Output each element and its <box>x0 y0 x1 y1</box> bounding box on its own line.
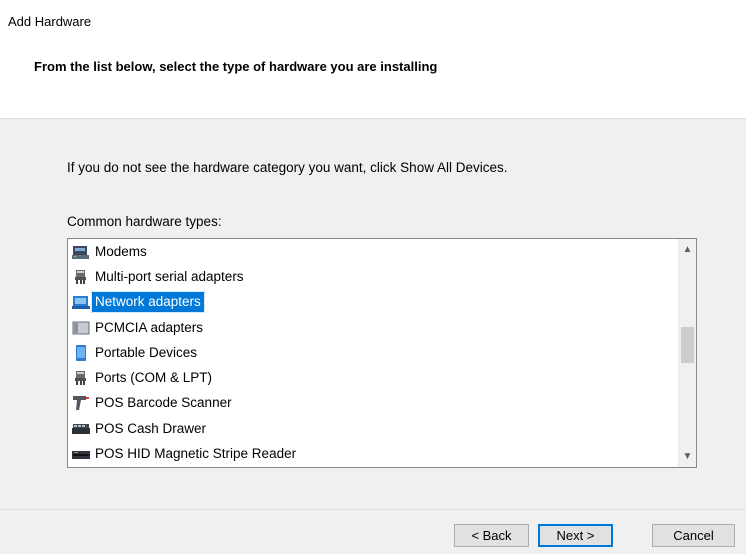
list-item-label: POS HID Magnetic Stripe Reader <box>95 446 297 462</box>
list-item-label: POS Cash Drawer <box>95 420 207 436</box>
list-item-multi-port-serial-adapters[interactable]: Multi-port serial adapters <box>72 264 299 289</box>
list-item-label: Network adapters <box>91 291 205 314</box>
portable-device-icon <box>72 344 90 361</box>
cancel-button[interactable]: Cancel <box>652 524 735 547</box>
list-item-pos-barcode-scanner[interactable]: POS Barcode Scanner <box>72 391 299 416</box>
list-item-ports-com-lpt[interactable]: Ports (COM & LPT) <box>72 365 299 390</box>
add-hardware-dialog: Add Hardware From the list below, select… <box>0 0 746 554</box>
scroll-thumb[interactable] <box>681 327 694 363</box>
window-title: Add Hardware <box>8 14 92 29</box>
back-button[interactable]: < Back <box>454 524 529 547</box>
modem-icon <box>72 244 90 260</box>
hardware-types-label: Common hardware types: <box>67 214 222 229</box>
page-heading: From the list below, select the type of … <box>34 59 438 74</box>
list-item-network-adapters[interactable]: Network adapters <box>72 290 299 315</box>
list-item-label: Modems <box>95 243 147 259</box>
list-item-label: Portable Devices <box>95 344 198 360</box>
magnetic-stripe-reader-icon <box>72 446 90 462</box>
dialog-header: Add Hardware From the list below, select… <box>0 0 746 119</box>
footer-divider <box>0 509 746 510</box>
scroll-up-arrow-icon[interactable]: ▲ <box>679 241 696 258</box>
instruction-text: If you do not see the hardware category … <box>67 160 508 175</box>
list-item-pos-hid-magnetic-stripe-reader[interactable]: POS HID Magnetic Stripe Reader <box>72 441 299 466</box>
port-connector-icon <box>72 370 90 386</box>
list-item-modems[interactable]: Modems <box>72 239 299 264</box>
list-item-pos-cash-drawer[interactable]: POS Cash Drawer <box>72 416 299 441</box>
vertical-scrollbar[interactable]: ▲ ▼ <box>678 239 696 467</box>
list-item-label: Ports (COM & LPT) <box>95 370 213 386</box>
list-item-label: Multi-port serial adapters <box>95 268 244 284</box>
hardware-types-list: Modems Multi-port serial adapters Networ… <box>72 239 299 467</box>
network-adapter-icon <box>72 294 90 310</box>
list-item-label: PCMCIA adapters <box>95 319 204 335</box>
list-item-label: POS Barcode Scanner <box>95 395 232 411</box>
serial-port-icon <box>72 269 90 285</box>
barcode-scanner-icon <box>72 395 90 411</box>
pcmcia-card-icon <box>72 320 90 336</box>
cash-drawer-icon <box>72 421 90 437</box>
next-button[interactable]: Next > <box>538 524 613 547</box>
list-item-portable-devices[interactable]: Portable Devices <box>72 340 299 365</box>
list-item-pcmcia-adapters[interactable]: PCMCIA adapters <box>72 315 299 340</box>
hardware-types-listbox[interactable]: Modems Multi-port serial adapters Networ… <box>67 238 697 468</box>
scroll-down-arrow-icon[interactable]: ▼ <box>679 448 696 465</box>
